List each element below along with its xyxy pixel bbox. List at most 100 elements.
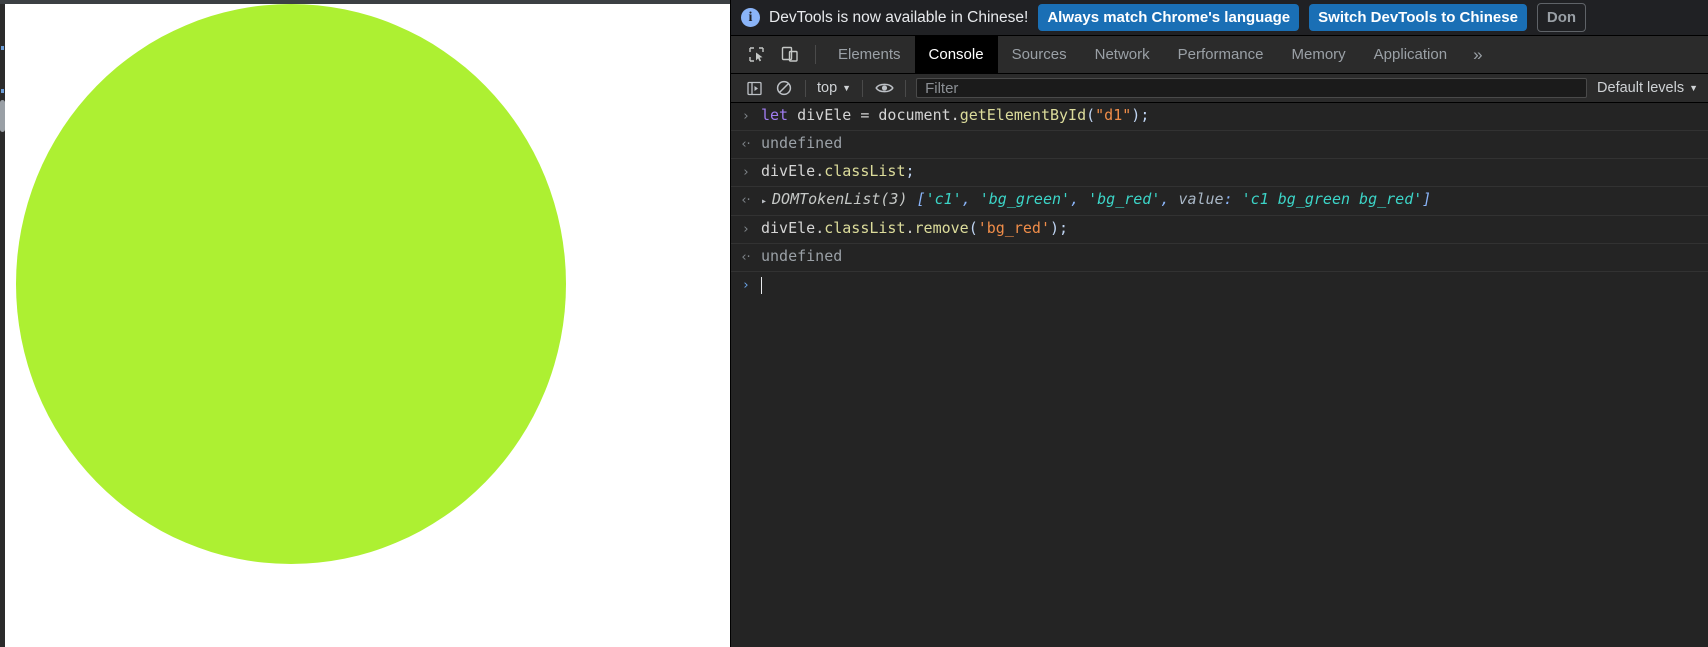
code-token: divEle xyxy=(761,219,816,237)
code-token: ; xyxy=(1059,219,1069,237)
code-token: 'c1 bg_green bg_red' xyxy=(1241,190,1423,208)
devtools-panel: i DevTools is now available in Chinese! … xyxy=(730,0,1708,647)
log-levels-label: Default levels xyxy=(1597,80,1685,96)
code-token: ( xyxy=(968,219,978,237)
log-levels-selector[interactable]: Default levels ▼ xyxy=(1591,80,1708,96)
code-token: . xyxy=(815,162,825,180)
execution-context-selector[interactable]: top ▼ xyxy=(812,80,856,96)
console-prompt-row[interactable]: › xyxy=(731,272,1708,298)
console-line-text: undefined xyxy=(761,247,842,266)
code-token: undefined xyxy=(761,247,843,265)
code-token: 'c1' xyxy=(925,190,962,208)
code-token: 'bg_red' xyxy=(977,219,1050,237)
code-token: , xyxy=(961,190,980,208)
clear-console-icon[interactable] xyxy=(769,74,799,103)
tab-network[interactable]: Network xyxy=(1081,36,1164,73)
console-sidebar-icon[interactable] xyxy=(739,74,769,103)
code-token: remove xyxy=(914,219,969,237)
code-token: , xyxy=(1160,190,1179,208)
console-input-line: › let divEle = document.getElementById("d… xyxy=(731,103,1708,131)
code-token: divEle xyxy=(761,162,816,180)
tab-console[interactable]: Console xyxy=(914,36,998,73)
code-token: getElementById xyxy=(959,106,1087,124)
toolbar-divider xyxy=(805,79,806,97)
console-line-text: divEle.classList; xyxy=(761,162,915,181)
chevron-down-icon: ▼ xyxy=(1689,82,1698,93)
more-tabs-chevron-icon[interactable]: » xyxy=(1461,36,1494,73)
console-filter-input[interactable] xyxy=(916,78,1588,98)
info-icon: i xyxy=(741,8,760,27)
code-token: = xyxy=(860,106,879,124)
language-notification-banner: i DevTools is now available in Chinese! … xyxy=(731,0,1708,36)
code-token: document xyxy=(878,106,951,124)
console-line-text: undefined xyxy=(761,134,842,153)
code-token: [ xyxy=(916,190,926,208)
console-output-line: ‹· undefined xyxy=(731,131,1708,159)
execution-context-label: top xyxy=(817,80,838,96)
code-token: undefined xyxy=(761,134,843,152)
code-token: . xyxy=(905,219,915,237)
console-message-list[interactable]: › let divEle = document.getElementById("d… xyxy=(731,103,1708,647)
input-marker-icon: › xyxy=(743,222,749,237)
page-scrollbar[interactable] xyxy=(0,4,5,647)
text-caret xyxy=(761,276,762,294)
console-line-text: ▸ DOMTokenList(3) ['c1', 'bg_green', 'bg_… xyxy=(761,190,1431,211)
live-expression-eye-icon[interactable] xyxy=(869,74,899,103)
scrollbar-marker xyxy=(1,46,4,50)
device-toolbar-icon[interactable] xyxy=(773,36,807,73)
code-token: 'bg_green' xyxy=(979,190,1071,208)
tab-memory[interactable]: Memory xyxy=(1278,36,1360,73)
code-token: ; xyxy=(905,162,915,180)
dont-show-again-button[interactable]: Don xyxy=(1536,3,1587,32)
prompt-marker-icon: › xyxy=(743,278,749,293)
code-token: classList xyxy=(824,219,906,237)
output-marker-icon: ‹· xyxy=(741,193,751,208)
console-line-text: let divEle = document.getElementById("d1… xyxy=(761,106,1149,125)
code-token: "d1" xyxy=(1095,106,1132,124)
toolbar-divider xyxy=(862,79,864,97)
code-token: ; xyxy=(1140,106,1150,124)
code-token: value xyxy=(1178,190,1224,208)
devtools-tabbar: Elements Console Sources Network Perform… xyxy=(731,36,1708,74)
code-token: ) xyxy=(1050,219,1060,237)
code-token: 'bg_red' xyxy=(1088,190,1161,208)
output-marker-icon: ‹· xyxy=(741,250,751,265)
console-input-line: › divEle.classList.remove('bg_red'); xyxy=(731,216,1708,244)
code-token: let xyxy=(761,106,798,124)
always-match-chrome-language-button[interactable]: Always match Chrome's language xyxy=(1038,4,1300,31)
code-token: DOMTokenList(3) xyxy=(772,190,908,208)
input-marker-icon: › xyxy=(743,165,749,180)
code-token: ( xyxy=(1086,106,1096,124)
console-line-text: divEle.classList.remove('bg_red'); xyxy=(761,219,1068,238)
page-top-strip xyxy=(0,0,730,4)
code-token: . xyxy=(815,219,825,237)
code-token: divEle xyxy=(797,106,861,124)
tab-application[interactable]: Application xyxy=(1360,36,1461,73)
tab-elements[interactable]: Elements xyxy=(824,36,915,73)
console-output-line: ‹· undefined xyxy=(731,244,1708,272)
console-filter-toolbar: top ▼ Default levels ▼ xyxy=(731,74,1708,103)
expand-triangle-icon[interactable]: ▸ xyxy=(761,196,767,207)
page-viewport xyxy=(0,0,730,647)
output-marker-icon: ‹· xyxy=(741,137,751,152)
green-circle-div xyxy=(16,4,566,564)
tabbar-divider xyxy=(815,45,816,64)
console-messages: › let divEle = document.getElementById("d… xyxy=(731,103,1708,272)
scrollbar-marker xyxy=(1,89,4,93)
code-token: : xyxy=(1223,190,1242,208)
code-token: ] xyxy=(1422,190,1432,208)
tab-performance[interactable]: Performance xyxy=(1164,36,1278,73)
console-output-line: ‹· ▸ DOMTokenList(3) ['c1', 'bg_green', 'b… xyxy=(731,187,1708,216)
tab-sources[interactable]: Sources xyxy=(998,36,1081,73)
console-input-line: › divEle.classList; xyxy=(731,159,1708,187)
scrollbar-thumb[interactable] xyxy=(0,100,5,132)
toolbar-divider xyxy=(905,79,907,97)
switch-devtools-to-chinese-button[interactable]: Switch DevTools to Chinese xyxy=(1309,4,1527,31)
code-token: . xyxy=(950,106,960,124)
code-token: , xyxy=(1070,190,1089,208)
code-token: ) xyxy=(1131,106,1141,124)
input-marker-icon: › xyxy=(743,109,749,124)
chevron-down-icon: ▼ xyxy=(842,82,852,93)
inspect-element-icon[interactable] xyxy=(739,36,773,73)
